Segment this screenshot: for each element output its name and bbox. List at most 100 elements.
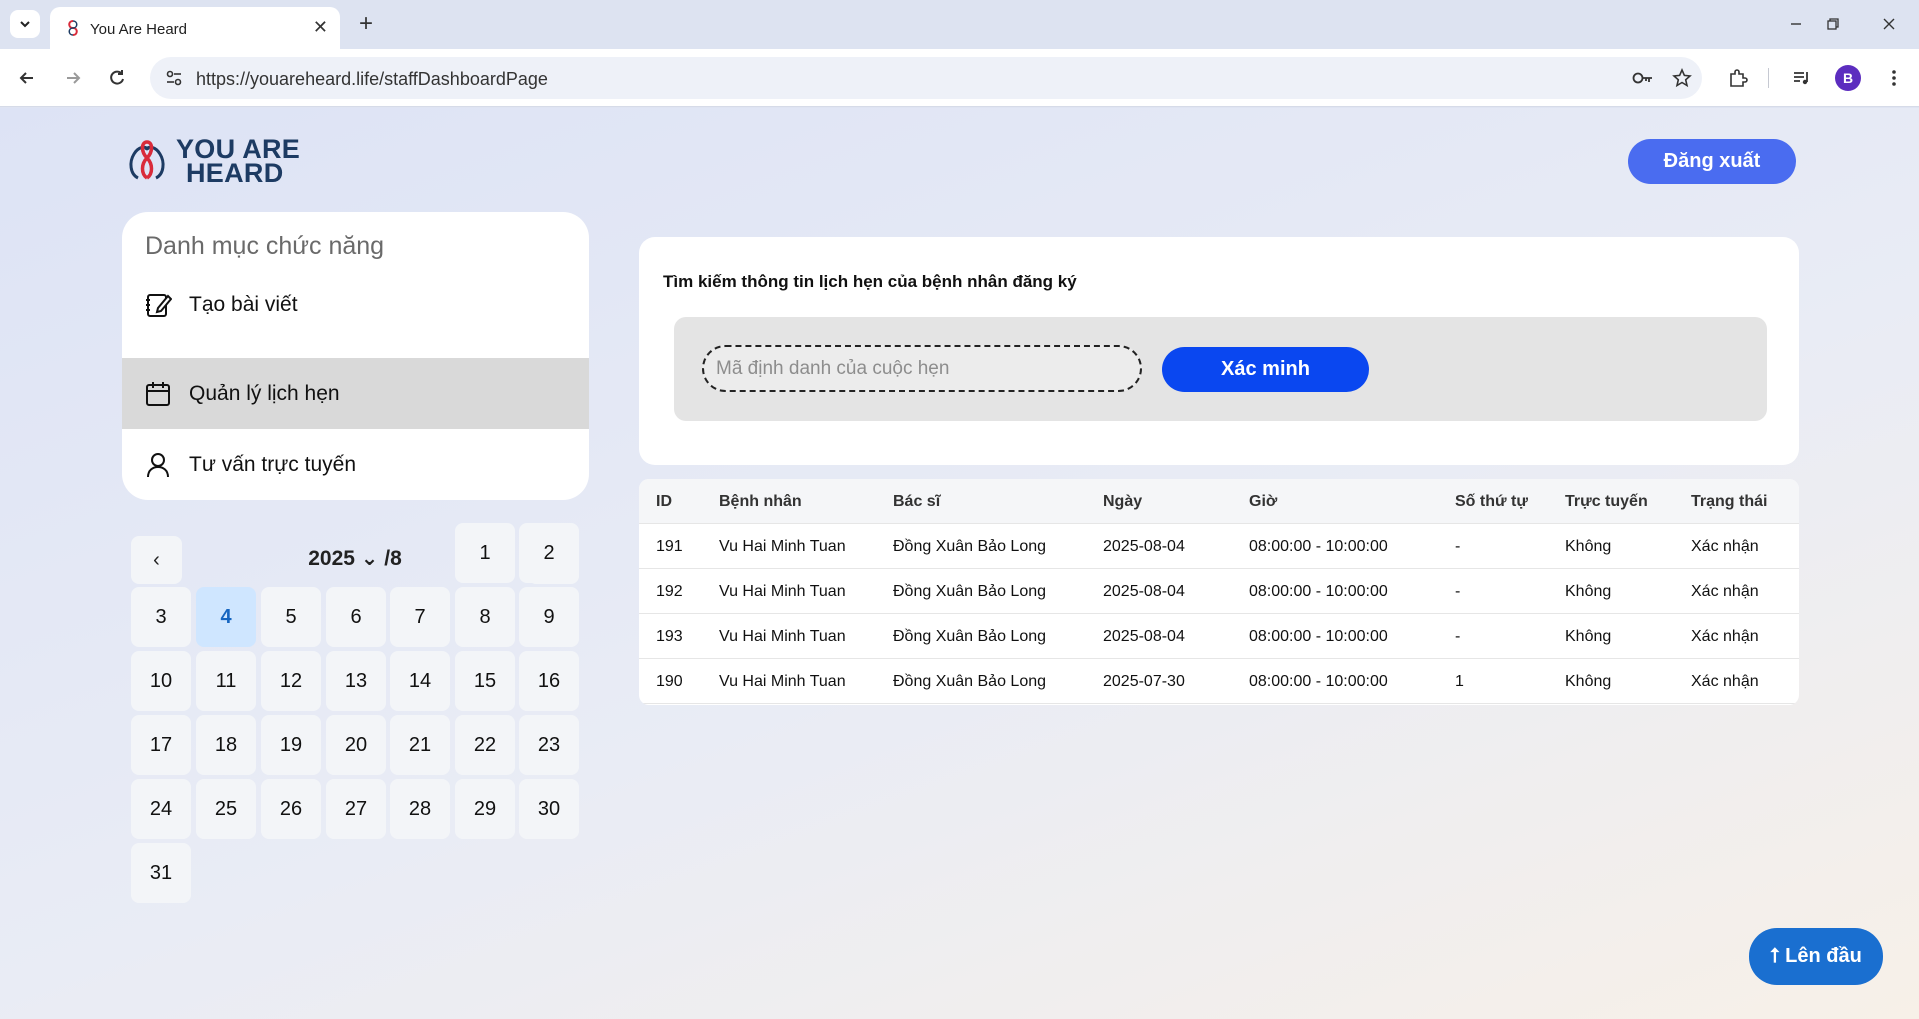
column-header[interactable]: Bệnh nhân bbox=[719, 479, 802, 524]
page-content: YOU ARE HEARD Đăng xuất Danh mục chức nă… bbox=[0, 108, 1919, 1019]
calendar-month-selector[interactable]: 2025 ⌄ /8 bbox=[275, 546, 435, 571]
column-header[interactable]: Bác sĩ bbox=[893, 479, 940, 524]
menu-item-appointments[interactable]: Quản lý lịch hẹn bbox=[122, 358, 589, 429]
bookmark-star-icon[interactable] bbox=[1671, 67, 1693, 89]
site-logo[interactable]: YOU ARE HEARD bbox=[126, 136, 300, 187]
logout-button[interactable]: Đăng xuất bbox=[1628, 139, 1796, 184]
calendar-day[interactable]: 25 bbox=[196, 779, 256, 839]
menu-item-label: Tạo bài viết bbox=[189, 292, 298, 316]
table-cell: Vu Hai Minh Tuan bbox=[719, 628, 846, 645]
column-header[interactable]: Ngày bbox=[1103, 479, 1142, 524]
calendar-day[interactable]: 19 bbox=[261, 715, 321, 775]
calendar-day[interactable]: 11 bbox=[196, 651, 256, 711]
calendar-day[interactable]: 15 bbox=[455, 651, 515, 711]
table-cell: Xác nhận bbox=[1691, 538, 1759, 555]
table-cell: Không bbox=[1565, 673, 1612, 690]
calendar-day[interactable]: 17 bbox=[131, 715, 191, 775]
calendar-day[interactable]: 30 bbox=[519, 779, 579, 839]
calendar-day[interactable]: 1 bbox=[455, 523, 515, 583]
back-arrow-icon[interactable] bbox=[11, 62, 43, 94]
column-header[interactable]: Trạng thái bbox=[1691, 479, 1767, 524]
calendar-day[interactable]: 6 bbox=[326, 587, 386, 647]
calendar-day-selected[interactable]: 4 bbox=[196, 587, 256, 647]
column-header[interactable]: ID bbox=[656, 479, 672, 524]
table-cell: 192 bbox=[656, 583, 683, 600]
calendar-day[interactable]: 10 bbox=[131, 651, 191, 711]
calendar-day[interactable]: 31 bbox=[131, 843, 191, 903]
calendar-day[interactable]: 12 bbox=[261, 651, 321, 711]
appointment-id-input[interactable] bbox=[702, 345, 1142, 392]
table-row[interactable]: 193 Vu Hai Minh Tuan Đồng Xuân Bảo Long 202… bbox=[639, 614, 1799, 659]
calendar-day[interactable]: 20 bbox=[326, 715, 386, 775]
verify-button[interactable]: Xác minh bbox=[1162, 347, 1369, 392]
calendar-day[interactable]: 16 bbox=[519, 651, 579, 711]
close-window-icon[interactable] bbox=[1869, 9, 1909, 39]
site-favicon-icon bbox=[64, 19, 82, 42]
table-cell: Xác nhận bbox=[1691, 583, 1759, 600]
table-cell: Đồng Xuân Bảo Long bbox=[893, 538, 1047, 555]
calendar-day[interactable]: 22 bbox=[455, 715, 515, 775]
table-cell: Vu Hai Minh Tuan bbox=[719, 538, 846, 555]
table-cell: 190 bbox=[656, 673, 683, 690]
calendar-day[interactable]: 5 bbox=[261, 587, 321, 647]
table-cell: Vu Hai Minh Tuan bbox=[719, 673, 846, 690]
table-header-row: ID Bệnh nhân Bác sĩ Ngày Giờ Số thứ tự Trực tu… bbox=[639, 479, 1799, 524]
table-cell: 08:00:00 - 10:00:00 bbox=[1249, 673, 1388, 690]
prev-month-button[interactable]: ‹ bbox=[131, 536, 182, 584]
tab-search-button[interactable] bbox=[10, 10, 40, 38]
calendar-day[interactable]: 18 bbox=[196, 715, 256, 775]
column-header[interactable]: Số thứ tự bbox=[1455, 479, 1528, 524]
restore-window-icon[interactable] bbox=[1813, 9, 1853, 39]
media-queue-icon[interactable] bbox=[1788, 64, 1816, 92]
calendar-day[interactable]: 26 bbox=[261, 779, 321, 839]
extensions-puzzle-icon[interactable] bbox=[1724, 64, 1752, 92]
address-bar[interactable]: https://youareheard.life/staffDashboardP… bbox=[150, 57, 1702, 99]
table-row[interactable]: 191 Vu Hai Minh Tuan Đồng Xuân Bảo Long 202… bbox=[639, 524, 1799, 569]
column-header[interactable]: Giờ bbox=[1249, 479, 1277, 524]
calendar-day[interactable]: 27 bbox=[326, 779, 386, 839]
calendar-day[interactable]: 7 bbox=[390, 587, 450, 647]
table-cell: - bbox=[1455, 538, 1461, 555]
calendar-day[interactable]: 14 bbox=[390, 651, 450, 711]
close-tab-icon[interactable]: ✕ bbox=[313, 18, 328, 36]
calendar-day[interactable]: 8 bbox=[455, 587, 515, 647]
profile-avatar[interactable]: B bbox=[1835, 65, 1861, 91]
calendar-day[interactable]: 29 bbox=[455, 779, 515, 839]
browser-toolbar: https://youareheard.life/staffDashboardP… bbox=[0, 49, 1919, 107]
calendar-day[interactable]: 3 bbox=[131, 587, 191, 647]
table-cell: 193 bbox=[656, 628, 683, 645]
browser-tab[interactable]: You Are Heard ✕ bbox=[50, 7, 340, 49]
table-cell: 1 bbox=[1455, 673, 1464, 690]
table-cell: 08:00:00 - 10:00:00 bbox=[1249, 538, 1388, 555]
table-cell: 2025-08-04 bbox=[1103, 628, 1185, 645]
table-cell: Đồng Xuân Bảo Long bbox=[893, 583, 1047, 600]
table-row[interactable]: 190 Vu Hai Minh Tuan Đồng Xuân Bảo Long 202… bbox=[639, 659, 1799, 704]
column-header[interactable]: Trực tuyến bbox=[1565, 479, 1648, 524]
calendar-day[interactable]: 13 bbox=[326, 651, 386, 711]
minimize-window-icon[interactable] bbox=[1776, 9, 1816, 39]
password-key-icon[interactable] bbox=[1632, 67, 1654, 89]
forward-arrow-icon[interactable] bbox=[57, 62, 89, 94]
table-row[interactable]: 192 Vu Hai Minh Tuan Đồng Xuân Bảo Long 202… bbox=[639, 569, 1799, 614]
table-cell: Vu Hai Minh Tuan bbox=[719, 583, 846, 600]
calendar-day[interactable]: 2 bbox=[519, 523, 579, 583]
calendar-day[interactable]: 23 bbox=[519, 715, 579, 775]
menu-item-online-consult[interactable]: Tư vấn trực tuyến bbox=[122, 429, 589, 500]
calendar-day[interactable]: 24 bbox=[131, 779, 191, 839]
site-settings-icon[interactable] bbox=[164, 68, 184, 93]
calendar-day[interactable]: 9 bbox=[519, 587, 579, 647]
browser-tab-bar: You Are Heard ✕ + bbox=[0, 0, 1919, 49]
search-panel: Xác minh bbox=[674, 317, 1767, 421]
url-text[interactable]: https://youareheard.life/staffDashboardP… bbox=[196, 69, 548, 90]
toolbar-separator bbox=[1768, 68, 1769, 88]
menu-item-create-post[interactable]: Tạo bài viết bbox=[122, 269, 589, 340]
table-cell: 2025-08-04 bbox=[1103, 583, 1185, 600]
scroll-to-top-button[interactable]: ⭡ Lên đầu bbox=[1749, 928, 1883, 985]
menu-title: Danh mục chức năng bbox=[145, 232, 385, 260]
more-menu-icon[interactable] bbox=[1880, 64, 1908, 92]
reload-icon[interactable] bbox=[101, 62, 133, 94]
calendar-day[interactable]: 21 bbox=[390, 715, 450, 775]
new-tab-button[interactable]: + bbox=[352, 10, 380, 38]
heads-logo-icon bbox=[129, 140, 165, 180]
calendar-day[interactable]: 28 bbox=[390, 779, 450, 839]
